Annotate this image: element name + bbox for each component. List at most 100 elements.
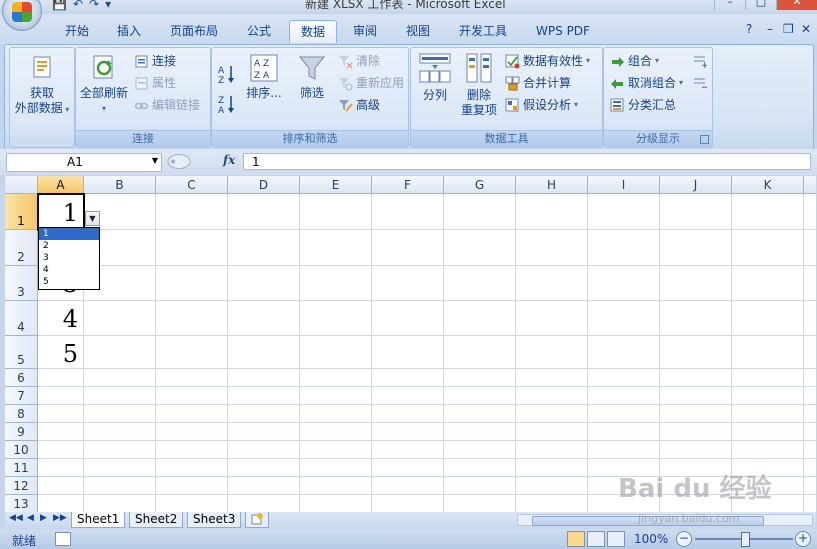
refresh-all-button[interactable]: 全部刷新 ▾	[78, 54, 130, 116]
dropdown-option-3[interactable]: 3	[39, 252, 99, 264]
zoom-in-icon[interactable]: +	[795, 531, 811, 547]
filter-button[interactable]: 筛选	[292, 54, 332, 101]
tab-view[interactable]: 视图	[397, 20, 439, 42]
subtotal-button[interactable]: 分类汇总	[610, 97, 676, 113]
page-break-view-icon[interactable]	[607, 531, 625, 547]
first-sheet-icon[interactable]: ◀◀	[9, 513, 23, 523]
row-header-8[interactable]: 8	[5, 405, 38, 423]
reapply-button[interactable]: 重新应用	[338, 75, 404, 91]
undo-icon[interactable]: ↶	[73, 0, 83, 11]
zoom-slider-thumb[interactable]	[741, 532, 750, 547]
column-header-e[interactable]: E	[300, 176, 372, 194]
column-header-j[interactable]: J	[660, 176, 732, 194]
row-header-4[interactable]: 4	[5, 301, 38, 336]
prev-sheet-icon[interactable]: ◀	[27, 513, 34, 523]
maximize-button[interactable]: □	[745, 0, 776, 10]
horizontal-scrollbar[interactable]	[517, 514, 813, 526]
cell-a5[interactable]: 5	[38, 341, 78, 367]
sort-descending-button[interactable]: ZA	[218, 94, 236, 116]
validation-dropdown-button[interactable]: ▼	[85, 211, 100, 226]
remove-duplicates-button[interactable]: 删除 重复项	[457, 52, 501, 118]
row-header-10[interactable]: 10	[5, 441, 38, 459]
zoom-out-icon[interactable]: −	[676, 531, 692, 547]
what-if-analysis-button[interactable]: 假设分析 ▾	[505, 97, 578, 113]
ribbon-minimize-button[interactable]: –	[767, 22, 773, 36]
row-header-12[interactable]: 12	[5, 477, 38, 495]
cell-a4[interactable]: 4	[38, 306, 78, 332]
column-header-c[interactable]: C	[156, 176, 228, 194]
help-icon[interactable]: ?	[746, 22, 752, 36]
tab-home[interactable]: 开始	[56, 20, 98, 42]
column-header-h[interactable]: H	[516, 176, 588, 194]
get-external-data-button[interactable]: 获取 外部数据 ▾	[12, 54, 72, 117]
tab-review[interactable]: 审阅	[344, 20, 386, 42]
row-header-2[interactable]: 2	[5, 230, 38, 266]
close-button[interactable]: ✕	[776, 0, 817, 10]
active-cell-a1[interactable]	[37, 193, 85, 231]
ribbon-restore-button[interactable]: ❐	[783, 22, 794, 36]
horizontal-scroll-thumb[interactable]	[532, 516, 764, 526]
dropdown-option-1[interactable]: 1	[39, 228, 99, 240]
macro-record-icon[interactable]	[55, 532, 71, 546]
tab-data[interactable]: 数据	[289, 20, 337, 43]
column-header-g[interactable]: G	[444, 176, 516, 194]
clear-filter-button[interactable]: 清除	[338, 53, 380, 69]
tab-page-layout[interactable]: 页面布局	[162, 20, 226, 42]
connections-button[interactable]: 连接	[134, 53, 176, 69]
column-header-i[interactable]: I	[588, 176, 660, 194]
tab-developer[interactable]: 开发工具	[450, 20, 516, 42]
last-sheet-icon[interactable]: ▶▶	[53, 513, 67, 523]
row-header-5[interactable]: 5	[5, 336, 38, 369]
next-sheet-icon[interactable]: ▶	[40, 513, 47, 523]
dropdown-option-4[interactable]: 4	[39, 264, 99, 276]
dropdown-option-5[interactable]: 5	[39, 276, 99, 288]
row-header-3[interactable]: 3	[5, 266, 38, 301]
advanced-filter-button[interactable]: 高级	[338, 97, 380, 113]
insert-sheet-icon[interactable]	[245, 512, 269, 528]
outline-dialog-launcher-icon[interactable]	[700, 135, 709, 144]
page-layout-view-icon[interactable]	[587, 531, 605, 547]
ungroup-button[interactable]: 取消组合 ▾	[610, 75, 683, 91]
row-header-13[interactable]: 13	[5, 495, 38, 512]
sort-ascending-button[interactable]: AZ	[218, 64, 236, 86]
formula-input[interactable]: 1	[243, 153, 811, 170]
tab-insert[interactable]: 插入	[108, 20, 150, 42]
ribbon-close-button[interactable]: ✕	[801, 22, 811, 36]
hide-detail-icon[interactable]: −	[692, 75, 709, 93]
row-header-11[interactable]: 11	[5, 459, 38, 477]
chevron-down-icon[interactable]: ▼	[152, 156, 158, 165]
row-header-1[interactable]: 1	[5, 194, 38, 230]
data-validation-button[interactable]: 数据有效性 ▾	[505, 53, 590, 69]
select-all-corner[interactable]	[5, 176, 38, 194]
column-header-a[interactable]: A	[38, 176, 84, 194]
row-header-9[interactable]: 9	[5, 423, 38, 441]
column-header-k[interactable]: K	[732, 176, 804, 194]
redo-icon[interactable]: ↷	[89, 0, 99, 11]
sheet-tab-1[interactable]: Sheet1	[71, 512, 126, 528]
row-header-7[interactable]: 7	[5, 387, 38, 405]
consolidate-button[interactable]: 合并计算	[505, 75, 571, 91]
column-header-overflow[interactable]	[804, 176, 816, 194]
worksheet-grid[interactable]: A B C D E F G H I J K 1 2 3 4 5 6 7 8 9 …	[5, 176, 816, 512]
row-header-6[interactable]: 6	[5, 369, 38, 387]
tab-formulas[interactable]: 公式	[238, 20, 280, 42]
column-header-b[interactable]: B	[84, 176, 156, 194]
normal-view-icon[interactable]	[567, 531, 585, 547]
column-header-d[interactable]: D	[228, 176, 300, 194]
properties-button[interactable]: 属性	[134, 75, 176, 91]
sheet-tab-2[interactable]: Sheet2	[129, 512, 184, 528]
customize-qat-icon[interactable]: ▾	[105, 0, 111, 11]
save-icon[interactable]: 💾	[52, 0, 67, 11]
insert-function-icon[interactable]: fx	[223, 153, 235, 167]
edit-links-button[interactable]: 编辑链接	[134, 97, 200, 113]
sheet-tab-3[interactable]: Sheet3	[187, 512, 242, 528]
tab-wps-pdf[interactable]: WPS PDF	[528, 20, 598, 42]
show-detail-icon[interactable]: +	[692, 53, 709, 71]
zoom-level[interactable]: 100%	[634, 532, 668, 546]
column-header-f[interactable]: F	[372, 176, 444, 194]
dropdown-option-2[interactable]: 2	[39, 240, 99, 252]
sort-button[interactable]: A Z Z A 排序...	[242, 54, 286, 101]
text-to-columns-button[interactable]: 分列	[415, 52, 455, 103]
group-button[interactable]: 组合 ▾	[610, 53, 659, 69]
minimize-button[interactable]: –	[714, 0, 745, 10]
